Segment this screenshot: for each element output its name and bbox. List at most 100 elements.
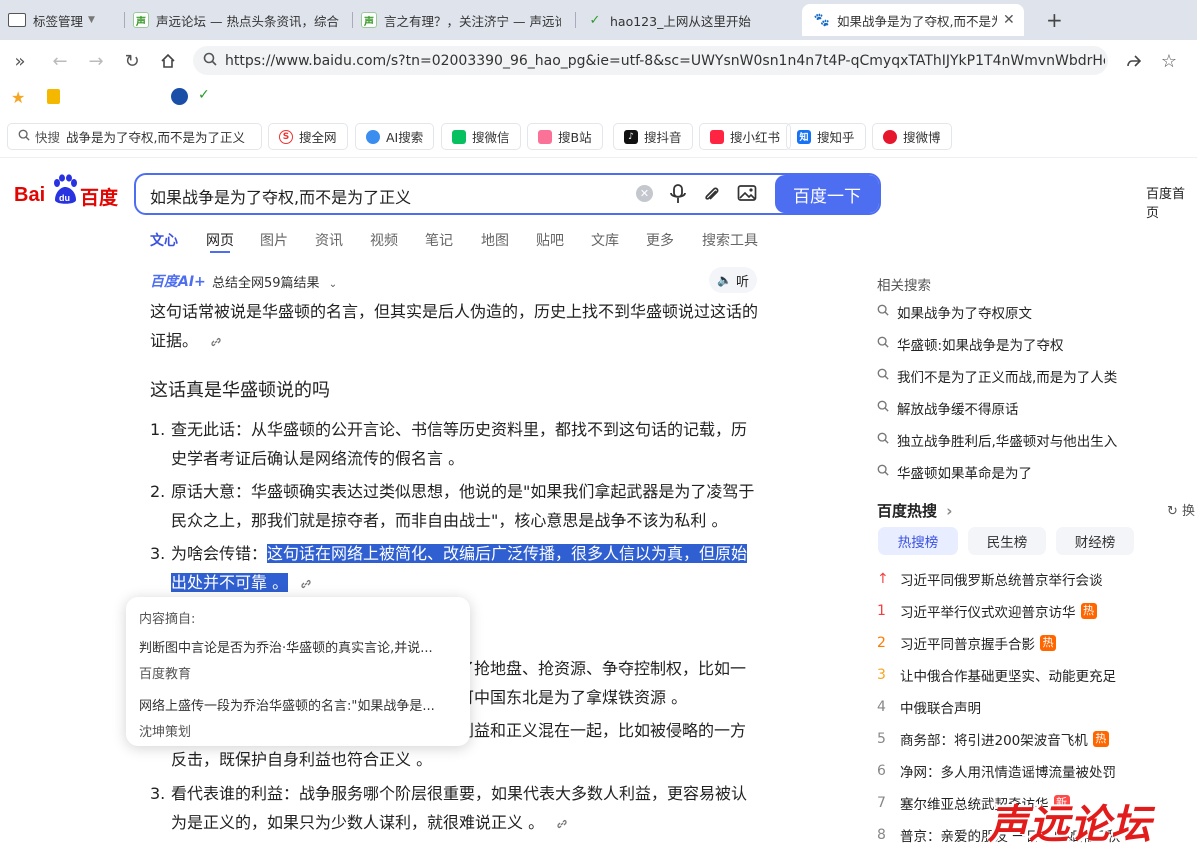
popup-source-title[interactable]: 网络上盛传一段为乔治华盛顿的名言:"如果战争是... [139,695,459,714]
tab-label: 如果战争是为了夺权,而不是为了 [837,13,997,29]
related-item[interactable]: 我们不是为了正义而战,而是为了人类 [877,366,1117,386]
bookmark-icon[interactable] [47,89,60,104]
search-input[interactable]: 如果战争是为了夺权,而不是为了正义 [150,184,411,208]
partial-text: 可中国东北是为了拿煤铁资源 。 [458,688,688,707]
back-icon[interactable]: ← [47,48,73,74]
search-icon [877,304,889,320]
related-item[interactable]: 独立战争胜利后,华盛顿对与他出生入 [877,430,1117,450]
quick-btn-quanwang[interactable]: S 搜全网 [268,123,348,150]
hotsearch-item[interactable]: 4 中俄联合声明 [877,697,981,717]
quick-btn-weixin[interactable]: 搜微信 [441,123,521,150]
hotsearch-item-label: 让中俄合作基础更坚实、动能更充足 [900,669,1116,685]
reload-icon[interactable]: ↻ [119,48,145,74]
hotsearch-item-label: 商务部：将引进200架波音飞机 [900,733,1088,749]
tab-hao123[interactable]: ✓ hao123_上网从这里开始 [587,4,787,36]
quick-btn-ai[interactable]: AI搜索 [355,123,435,150]
hotsearch-rank: 1 [877,603,886,619]
hot-tab-minsheng[interactable]: 民生榜 [968,527,1046,555]
hotsearch-item[interactable]: 1 习近平举行仪式欢迎普京访华热 [877,601,1097,621]
microphone-icon[interactable] [669,183,687,209]
quick-btn-bilibili[interactable]: 搜B站 [527,123,603,150]
search-box[interactable]: 如果战争是为了夺权,而不是为了正义 ✕ [134,173,881,215]
quick-btn-douyin[interactable]: ♪ 搜抖音 [613,123,693,150]
tab-search-tools[interactable]: 搜索工具 [702,230,758,250]
related-item[interactable]: 如果战争为了夺权原文 [877,302,1032,322]
ai-intro-line: 证据。 [150,331,199,350]
related-item[interactable]: 华盛顿:如果战争是为了夺权 [877,334,1064,354]
refresh-button[interactable]: ↻ 换 [1167,500,1195,519]
quick-search-label: 快搜 [35,130,61,145]
shield-favicon-icon[interactable] [171,88,188,105]
ai-logo-icon [366,129,380,144]
wechat-icon [452,129,466,144]
tab-map[interactable]: 地图 [481,230,509,250]
tab-images[interactable]: 图片 [260,230,288,250]
search-icon [877,336,889,352]
ai-summary-dropdown[interactable]: 总结全网59篇结果 ⌄ [212,272,337,291]
home-icon[interactable] [155,48,181,74]
hotsearch-title[interactable]: 百度热搜 › [877,500,952,521]
hotsearch-item[interactable]: 5 商务部：将引进200架波音飞机热 [877,729,1109,749]
quick-btn-label: AI搜索 [386,130,424,145]
selected-text[interactable]: 这句话在网络上被简化、改编后广泛传播，很多人信以为真，但原始 [267,544,748,563]
related-item-label: 独立战争胜利后,华盛顿对与他出生入 [897,434,1118,450]
tab-video[interactable]: 视频 [370,230,398,250]
listen-button[interactable]: 🔈 听 [709,267,757,293]
share-icon[interactable] [1121,48,1147,74]
star-filled-icon[interactable]: ★ [11,88,25,107]
hot-tab-caijing[interactable]: 财经榜 [1056,527,1134,555]
tab-shengyuan-forum[interactable]: 声 声远论坛 — 热点头条资讯，综合 [133,4,348,36]
tab-news[interactable]: 资讯 [315,230,343,250]
hotsearch-item-label: 习近平举行仪式欢迎普京访华 [900,605,1076,621]
sidebar-toggle-icon[interactable]: » [7,48,33,74]
quick-btn-label: 搜知乎 [817,130,855,145]
list-number: 2. [150,482,166,501]
douyin-icon: ♪ [624,129,638,144]
close-icon[interactable]: ✕ [1003,12,1015,28]
citation-link-icon[interactable] [299,577,313,591]
baidu-ai-brand: 百度AI+ [150,274,206,290]
attachment-icon[interactable] [703,183,721,209]
hotsearch-item[interactable]: ↑ 习近平同俄罗斯总统普京举行会谈 [877,569,1103,589]
star-icon[interactable]: ☆ [1156,48,1182,74]
tab-more[interactable]: 更多 [646,230,674,250]
baidu-logo[interactable]: Bai du 百度 [14,173,120,213]
list-item: 查无此话：从华盛顿的公开言论、书信等历史资料里，都找不到这句话的记载，历 史学者… [171,415,747,473]
tab-wenxin[interactable]: 文心 [150,230,178,250]
tab-yanzhiyouli[interactable]: 声 言之有理？，关注济宁 — 声远论坛 [361,4,561,36]
tab-notes[interactable]: 笔记 [425,230,453,250]
related-item[interactable]: 华盛顿如果革命是为了 [877,462,1032,482]
search-icon [203,52,217,70]
citation-link-icon[interactable] [555,817,569,831]
quick-btn-xiaohongshu[interactable]: 搜小红书 [699,123,792,150]
hotsearch-item-label: 习近平同普京握手合影 [900,637,1035,653]
tab-wenku[interactable]: 文库 [591,230,619,250]
hot-tab-hotsearch[interactable]: 热搜榜 [878,527,958,555]
baidu-paw-icon: du [54,174,77,204]
related-item-label: 解放战争缓不得原话 [897,402,1019,418]
image-search-icon[interactable] [737,184,757,206]
tab-tieba[interactable]: 贴吧 [536,230,564,250]
selected-text[interactable]: 出处并不可靠 。 [171,573,289,592]
baidu-home-link[interactable]: 百度首页 [1146,183,1197,221]
new-tab-button[interactable]: + [1046,8,1063,32]
clear-icon[interactable]: ✕ [636,185,653,202]
quick-btn-zhihu[interactable]: 知搜知乎 [786,123,866,150]
tab-manager[interactable]: 标签管理 ▼ [8,4,118,36]
related-item[interactable]: 解放战争缓不得原话 [877,398,1019,418]
quick-search-input[interactable]: 快搜 战争是为了夺权,而不是为了正义 [7,123,262,150]
forward-icon[interactable]: → [83,48,109,74]
popup-source-title[interactable]: 判断图中言论是否为乔治·华盛顿的真实言论,并说... [139,637,459,656]
quick-btn-weibo[interactable]: 搜微博 [872,123,952,150]
list-item: 看代表谁的利益：战争服务哪个阶层很重要，如果代表大多数人利益，更容易被认 为是正… [171,779,747,837]
search-button[interactable]: 百度一下 [775,175,879,213]
citation-link-icon[interactable] [209,335,223,349]
hotsearch-item[interactable]: 2 习近平同普京握手合影热 [877,633,1056,653]
hotsearch-item[interactable]: 3 让中俄合作基础更坚实、动能更充足 [877,665,1116,685]
chevron-down-icon: ▼ [88,15,95,25]
tab-baidu-active[interactable]: 🐾 如果战争是为了夺权,而不是为了 ✕ [802,4,1024,36]
hao123-favicon-icon[interactable]: ✓ [198,87,210,103]
hotsearch-item[interactable]: 6 净网：多人用汛情造谣博流量被处罚 [877,761,1116,781]
address-bar[interactable]: https://www.baidu.com/s?tn=02003390_96_h… [193,46,1108,75]
tab-web[interactable]: 网页 [206,230,234,250]
